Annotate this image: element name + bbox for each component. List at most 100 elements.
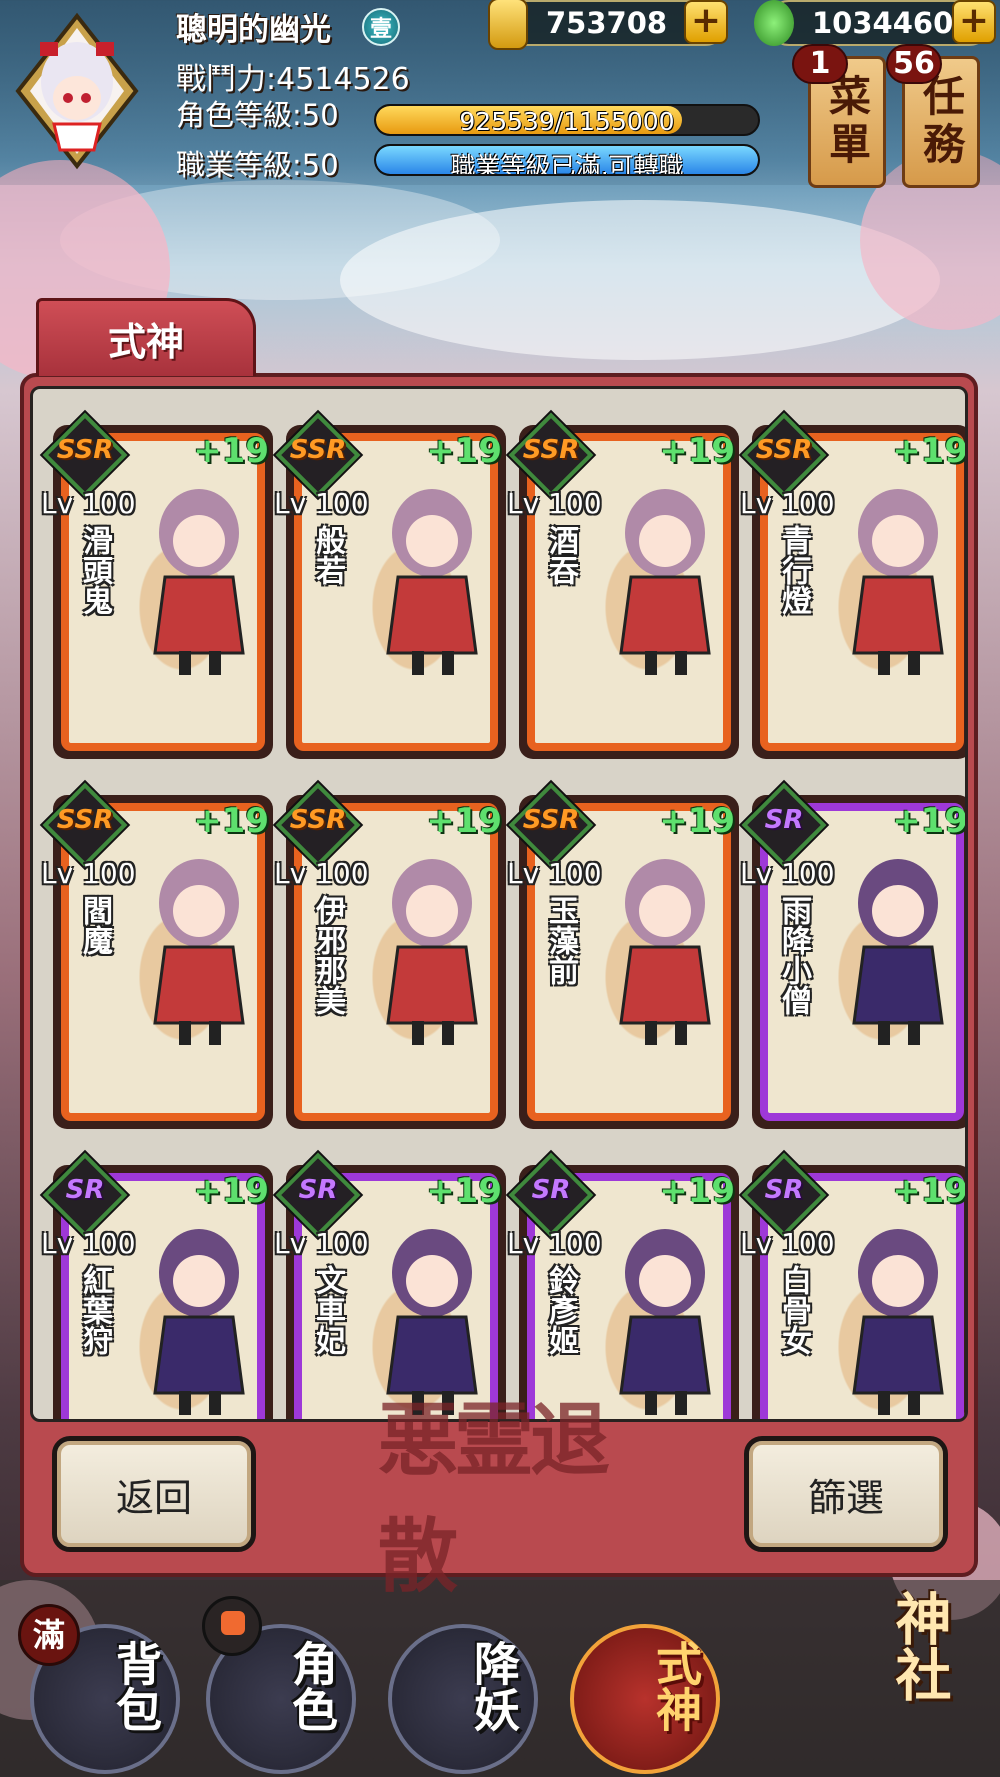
shikigami-name: 滑頭鬼 <box>77 525 112 615</box>
nav-bag-label: 背包 <box>109 1640 163 1732</box>
jade-icon <box>754 0 794 46</box>
shikigami-card[interactable]: SR +19 Lv 100 雨降小僧 <box>738 779 968 1129</box>
rarity-badge: SR <box>505 1149 597 1241</box>
rank-badge: 壹 <box>362 8 400 46</box>
rarity-text: SR <box>65 1175 105 1205</box>
rarity-text: SSR <box>56 435 114 465</box>
add-gold-button[interactable]: + <box>684 0 728 44</box>
card-level: Lv 100 <box>740 487 835 520</box>
add-jade-button[interactable]: + <box>952 0 996 44</box>
card-level: Lv 100 <box>274 487 369 520</box>
nav-subdue[interactable]: 降妖 <box>388 1624 538 1774</box>
rarity-badge: SSR <box>505 409 597 501</box>
quest-badge: 56 <box>886 44 942 84</box>
shikigami-name: 紅葉狩 <box>77 1265 112 1355</box>
nav-role-label: 角色 <box>285 1640 339 1732</box>
filter-button[interactable]: 篩選 <box>744 1436 948 1552</box>
rarity-badge: SSR <box>272 779 364 871</box>
rarity-badge: SSR <box>738 409 830 501</box>
nav-shrine-label: 神社 <box>886 1590 951 1702</box>
emblem-calligraphy: 悪霊退散 <box>378 1393 610 1603</box>
shikigami-portrait-icon <box>619 489 711 675</box>
menu-badge: 1 <box>792 44 848 84</box>
enhance-level: +19 <box>892 801 968 841</box>
shikigami-name: 鈴彥姬 <box>543 1265 578 1355</box>
rarity-badge: SSR <box>39 409 131 501</box>
back-button[interactable]: 返回 <box>52 1436 256 1552</box>
tab-shikigami[interactable]: 式神 <box>36 298 256 376</box>
gold-value: 753708 <box>546 6 668 40</box>
rarity-text: SSR <box>755 435 813 465</box>
card-grid[interactable]: SSR +19 Lv 100 滑頭鬼 SSR +19 Lv 100 般若 SSR +19 Lv 10… <box>30 386 968 1422</box>
rarity-text: SSR <box>56 805 114 835</box>
shikigami-card[interactable]: SSR +19 Lv 100 伊邪那美 <box>272 779 506 1129</box>
character-level: 角色等級:50 <box>176 98 339 132</box>
shikigami-name: 玉藻前 <box>543 895 578 985</box>
shikigami-name: 青行燈 <box>776 525 811 615</box>
enhance-level: +19 <box>892 431 968 471</box>
enhance-level: +19 <box>193 431 269 471</box>
shikigami-card[interactable]: SR +19 Lv 100 白骨女 <box>738 1149 965 1419</box>
rarity-text: SSR <box>289 805 347 835</box>
shikigami-card[interactable]: SR +19 Lv 100 紅葉狩 <box>39 1149 273 1419</box>
enhance-level: +19 <box>426 801 502 841</box>
menu-label: 菜單 <box>822 74 872 170</box>
shikigami-portrait-icon <box>852 859 944 1045</box>
rarity-text: SSR <box>289 435 347 465</box>
shikigami-portrait-icon <box>852 489 944 675</box>
rarity-badge: SR <box>738 1149 830 1241</box>
rarity-badge: SR <box>738 779 830 871</box>
shikigami-card[interactable]: SSR +19 Lv 100 酒吞 <box>505 409 739 759</box>
shikigami-name: 伊邪那美 <box>310 895 345 1015</box>
shikigami-card[interactable]: SSR +19 Lv 100 玉藻前 <box>505 779 739 1129</box>
enhance-level: +19 <box>193 1171 269 1211</box>
enhance-level: +19 <box>659 431 735 471</box>
shikigami-portrait-icon <box>153 489 245 675</box>
card-level: Lv 100 <box>507 1227 602 1260</box>
nav-shikigami[interactable]: 式神 <box>570 1624 720 1774</box>
card-level: Lv 100 <box>507 857 602 890</box>
rarity-text: SR <box>298 1175 338 1205</box>
nav-subdue-label: 降妖 <box>467 1640 521 1732</box>
shikigami-card[interactable]: SSR +19 Lv 100 青行燈 <box>738 409 968 759</box>
shikigami-name: 雨降小僧 <box>776 895 811 1015</box>
rarity-text: SSR <box>522 435 580 465</box>
rarity-badge: SR <box>272 1149 364 1241</box>
shikigami-portrait-icon <box>386 489 478 675</box>
shikigami-portrait-icon <box>153 859 245 1045</box>
bag-full-badge: 滿 <box>18 1604 80 1666</box>
job-status-text: 職業等級已滿,可轉職 <box>450 152 684 176</box>
nav-shrine[interactable]: 神社 <box>822 1590 992 1777</box>
card-level: Lv 100 <box>507 487 602 520</box>
job-level: 職業等級:50 <box>176 148 339 182</box>
character-exp-bar: 925539/1155000 <box>374 104 760 136</box>
shikigami-name: 文車妃 <box>310 1265 345 1355</box>
enhance-level: +19 <box>659 1171 735 1211</box>
enhance-level: +19 <box>426 1171 502 1211</box>
shikigami-portrait-icon <box>386 859 478 1045</box>
player-avatar[interactable] <box>14 12 140 170</box>
shikigami-portrait-icon <box>619 859 711 1045</box>
jade-value: 1034460 <box>812 6 954 40</box>
shikigami-name: 酒吞 <box>543 525 578 585</box>
card-level: Lv 100 <box>274 1227 369 1260</box>
shikigami-portrait-icon <box>852 1229 944 1415</box>
rarity-text: SR <box>764 805 804 835</box>
character-exp-text: 925539/1155000 <box>459 107 675 136</box>
quest-label: 任務 <box>916 74 966 170</box>
shikigami-portrait-icon <box>153 1229 245 1415</box>
rarity-badge: SSR <box>272 409 364 501</box>
nav-shikigami-label: 式神 <box>649 1640 703 1732</box>
avatar-portrait-icon <box>15 12 139 170</box>
shikigami-card[interactable]: SSR +19 Lv 100 閻魔 <box>39 779 273 1129</box>
card-level: Lv 100 <box>41 487 136 520</box>
enhance-level: +19 <box>426 431 502 471</box>
rarity-badge: SSR <box>39 779 131 871</box>
shikigami-card[interactable]: SSR +19 Lv 100 滑頭鬼 <box>39 409 273 759</box>
shikigami-name: 般若 <box>310 525 345 585</box>
gold-icon <box>488 0 528 50</box>
shikigami-card[interactable]: SSR +19 Lv 100 般若 <box>272 409 506 759</box>
enhance-level: +19 <box>193 801 269 841</box>
rarity-text: SR <box>764 1175 804 1205</box>
enhance-level: +19 <box>659 801 735 841</box>
